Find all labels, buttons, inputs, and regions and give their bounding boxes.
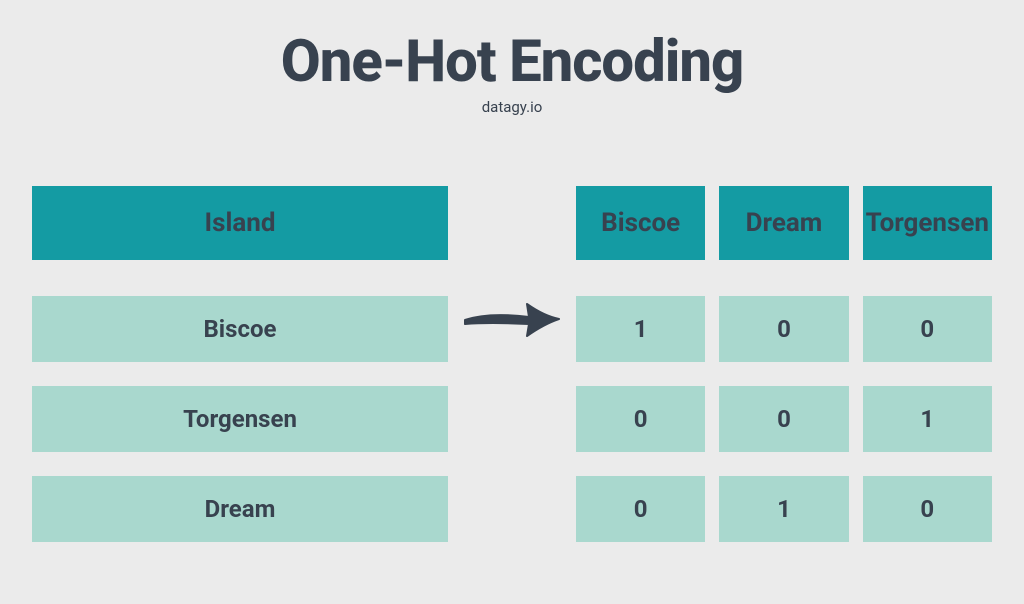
input-row: Biscoe <box>32 296 448 362</box>
output-header: Biscoe <box>576 186 705 260</box>
output-column-dream: Dream 0 0 1 <box>719 186 848 566</box>
arrow-icon <box>459 294 565 344</box>
diagram-title: One-Hot Encoding <box>0 28 1024 96</box>
output-cell: 0 <box>863 296 992 362</box>
output-cell: 1 <box>719 476 848 542</box>
diagram-content: Island Biscoe Torgensen Dream Biscoe 1 0… <box>32 186 992 566</box>
input-row: Dream <box>32 476 448 542</box>
output-cell: 0 <box>719 296 848 362</box>
output-cell: 0 <box>863 476 992 542</box>
output-header: Torgensen <box>863 186 992 260</box>
output-column-biscoe: Biscoe 1 0 0 <box>576 186 705 566</box>
output-header: Dream <box>719 186 848 260</box>
input-column: Island Biscoe Torgensen Dream <box>32 186 448 566</box>
diagram-subtitle: datagy.io <box>0 98 1024 116</box>
output-columns: Biscoe 1 0 0 Dream 0 0 1 Torgensen 0 1 0 <box>576 186 992 566</box>
output-cell: 1 <box>576 296 705 362</box>
output-cell: 0 <box>719 386 848 452</box>
output-column-torgensen: Torgensen 0 1 0 <box>863 186 992 566</box>
input-header: Island <box>32 186 448 260</box>
output-cell: 1 <box>863 386 992 452</box>
output-cell: 0 <box>576 386 705 452</box>
input-row: Torgensen <box>32 386 448 452</box>
output-cell: 0 <box>576 476 705 542</box>
arrow-container <box>448 186 576 344</box>
